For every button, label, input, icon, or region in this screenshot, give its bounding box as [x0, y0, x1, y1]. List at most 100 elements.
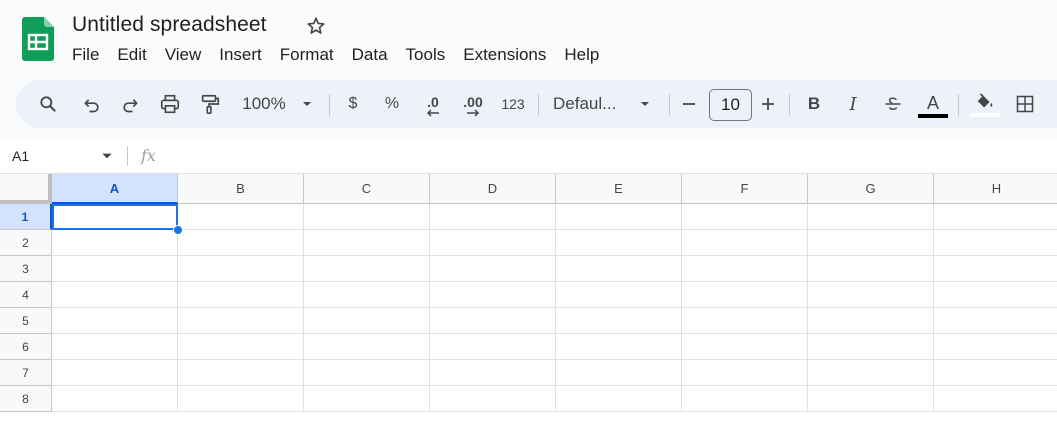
cell-f4[interactable]: [682, 282, 808, 308]
cell-g7[interactable]: [808, 360, 934, 386]
undo-icon[interactable]: [80, 80, 104, 128]
cell-e2[interactable]: [556, 230, 682, 256]
cell-b1[interactable]: [178, 204, 304, 230]
row-header-3[interactable]: 3: [0, 256, 52, 282]
row-header-8[interactable]: 8: [0, 386, 52, 412]
cell-e5[interactable]: [556, 308, 682, 334]
name-box[interactable]: A1: [12, 148, 29, 164]
cell-c3[interactable]: [304, 256, 430, 282]
cell-f8[interactable]: [682, 386, 808, 412]
menu-data[interactable]: Data: [343, 43, 397, 69]
print-icon[interactable]: [157, 80, 183, 128]
cell-c2[interactable]: [304, 230, 430, 256]
cell-h7[interactable]: [934, 360, 1057, 386]
font-dropdown-icon[interactable]: [637, 80, 653, 128]
sheets-logo-icon[interactable]: [22, 17, 54, 61]
cell-f7[interactable]: [682, 360, 808, 386]
cell-c8[interactable]: [304, 386, 430, 412]
cell-a8[interactable]: [52, 386, 178, 412]
increase-font-size-button[interactable]: [758, 80, 778, 128]
cell-h8[interactable]: [934, 386, 1057, 412]
name-box-dropdown-icon[interactable]: [100, 149, 114, 163]
cell-c4[interactable]: [304, 282, 430, 308]
cell-c6[interactable]: [304, 334, 430, 360]
cell-a5[interactable]: [52, 308, 178, 334]
column-header-b[interactable]: B: [178, 174, 304, 204]
paint-format-icon[interactable]: [197, 80, 223, 128]
cell-h2[interactable]: [934, 230, 1057, 256]
cell-h5[interactable]: [934, 308, 1057, 334]
cell-a6[interactable]: [52, 334, 178, 360]
italic-button[interactable]: I: [843, 80, 863, 128]
currency-button[interactable]: $: [343, 80, 363, 128]
column-header-f[interactable]: F: [682, 174, 808, 204]
row-header-2[interactable]: 2: [0, 230, 52, 256]
row-header-5[interactable]: 5: [0, 308, 52, 334]
more-formats-button[interactable]: 123: [498, 80, 528, 128]
cell-b6[interactable]: [178, 334, 304, 360]
cell-g4[interactable]: [808, 282, 934, 308]
cell-f6[interactable]: [682, 334, 808, 360]
cell-f2[interactable]: [682, 230, 808, 256]
column-header-e[interactable]: E: [556, 174, 682, 204]
bold-button[interactable]: B: [804, 80, 824, 128]
row-header-7[interactable]: 7: [0, 360, 52, 386]
zoom-select[interactable]: 100%: [238, 80, 290, 128]
cell-e1[interactable]: [556, 204, 682, 230]
cell-g5[interactable]: [808, 308, 934, 334]
menu-insert[interactable]: Insert: [210, 43, 271, 69]
cell-h6[interactable]: [934, 334, 1057, 360]
cell-b7[interactable]: [178, 360, 304, 386]
zoom-dropdown-icon[interactable]: [299, 80, 315, 128]
cell-g2[interactable]: [808, 230, 934, 256]
cell-d2[interactable]: [430, 230, 556, 256]
cell-d7[interactable]: [430, 360, 556, 386]
cell-a7[interactable]: [52, 360, 178, 386]
cell-e3[interactable]: [556, 256, 682, 282]
menu-tools[interactable]: Tools: [397, 43, 455, 69]
document-title[interactable]: Untitled spreadsheet: [72, 13, 267, 37]
star-icon[interactable]: [305, 15, 327, 37]
decrease-decimal-button[interactable]: .0: [419, 80, 447, 128]
cell-c5[interactable]: [304, 308, 430, 334]
cell-d1[interactable]: [430, 204, 556, 230]
fill-handle[interactable]: [173, 225, 183, 235]
cell-b3[interactable]: [178, 256, 304, 282]
cell-h4[interactable]: [934, 282, 1057, 308]
column-header-h[interactable]: H: [934, 174, 1057, 204]
cell-a4[interactable]: [52, 282, 178, 308]
menu-view[interactable]: View: [156, 43, 211, 69]
cell-b5[interactable]: [178, 308, 304, 334]
column-header-g[interactable]: G: [808, 174, 934, 204]
font-size-input[interactable]: 10: [709, 89, 752, 121]
cell-c7[interactable]: [304, 360, 430, 386]
redo-icon[interactable]: [118, 80, 142, 128]
cell-h3[interactable]: [934, 256, 1057, 282]
decrease-font-size-button[interactable]: [679, 80, 699, 128]
menu-help[interactable]: Help: [555, 43, 608, 69]
cell-f5[interactable]: [682, 308, 808, 334]
cell-b4[interactable]: [178, 282, 304, 308]
cell-d6[interactable]: [430, 334, 556, 360]
cell-g8[interactable]: [808, 386, 934, 412]
cell-h1[interactable]: [934, 204, 1057, 230]
cell-g1[interactable]: [808, 204, 934, 230]
row-header-1[interactable]: 1: [0, 204, 52, 230]
cell-g3[interactable]: [808, 256, 934, 282]
cell-c1[interactable]: [304, 204, 430, 230]
cell-g6[interactable]: [808, 334, 934, 360]
cell-a2[interactable]: [52, 230, 178, 256]
percent-button[interactable]: %: [381, 80, 403, 128]
cell-e7[interactable]: [556, 360, 682, 386]
increase-decimal-button[interactable]: .00: [459, 80, 487, 128]
cell-e4[interactable]: [556, 282, 682, 308]
row-header-6[interactable]: 6: [0, 334, 52, 360]
cell-b2[interactable]: [178, 230, 304, 256]
column-header-d[interactable]: D: [430, 174, 556, 204]
cell-d4[interactable]: [430, 282, 556, 308]
borders-icon[interactable]: [1013, 80, 1037, 128]
cell-f3[interactable]: [682, 256, 808, 282]
cell-e6[interactable]: [556, 334, 682, 360]
column-header-c[interactable]: C: [304, 174, 430, 204]
menu-file[interactable]: File: [63, 43, 108, 69]
